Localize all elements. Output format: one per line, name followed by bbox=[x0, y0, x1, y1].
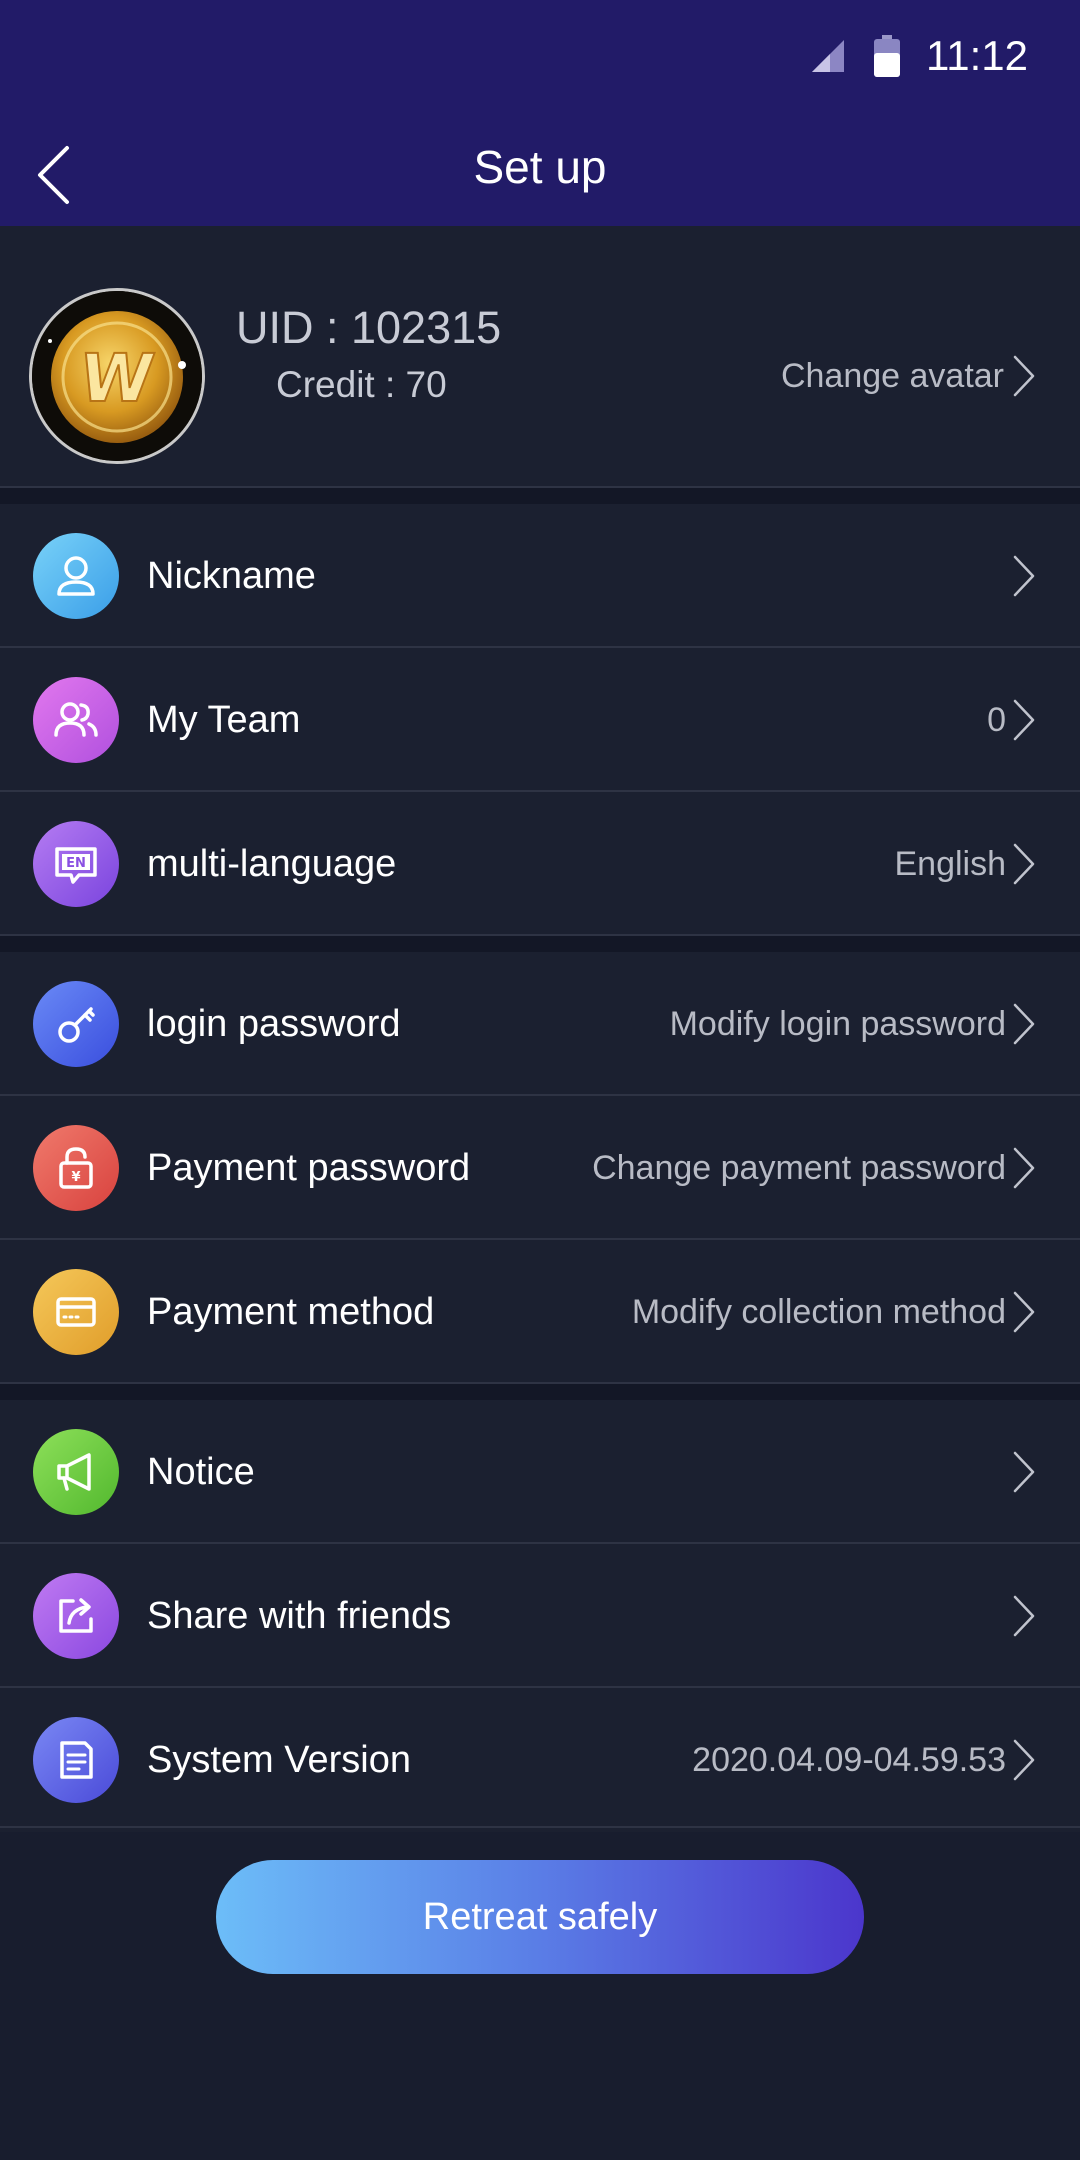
section-gap bbox=[0, 1384, 1080, 1400]
section-gap bbox=[0, 488, 1080, 504]
chevron-right-icon bbox=[1013, 555, 1035, 597]
row-notice[interactable]: Notice bbox=[0, 1400, 1080, 1544]
row-value: 0 bbox=[987, 700, 1006, 739]
row-value: Modify login password bbox=[669, 1004, 1006, 1043]
key-icon bbox=[33, 981, 119, 1067]
divider bbox=[0, 1826, 1080, 1828]
svg-text:¥: ¥ bbox=[71, 1170, 80, 1185]
megaphone-icon bbox=[33, 1429, 119, 1515]
row-share-with-friends[interactable]: Share with friends bbox=[0, 1544, 1080, 1688]
profile-card: W UID : 102315 Credit : 70 Change avatar bbox=[0, 226, 1080, 488]
retreat-safely-button[interactable]: Retreat safely bbox=[216, 1860, 864, 1974]
chevron-right-icon bbox=[1013, 843, 1035, 885]
row-label: Notice bbox=[147, 1451, 255, 1493]
chevron-right-icon bbox=[1013, 1595, 1035, 1637]
row-payment-password[interactable]: ¥ Payment password Change payment passwo… bbox=[0, 1096, 1080, 1240]
row-system-version[interactable]: System Version 2020.04.09-04.59.53 bbox=[0, 1688, 1080, 1832]
row-login-password[interactable]: login password Modify login password bbox=[0, 952, 1080, 1096]
lock-icon: ¥ bbox=[33, 1125, 119, 1211]
row-nickname[interactable]: Nickname bbox=[0, 504, 1080, 648]
card-icon bbox=[33, 1269, 119, 1355]
share-icon bbox=[33, 1573, 119, 1659]
row-value: Change payment password bbox=[592, 1148, 1006, 1187]
row-label: Payment method bbox=[147, 1291, 435, 1333]
row-label: Share with friends bbox=[147, 1595, 452, 1637]
svg-text:W: W bbox=[75, 339, 159, 417]
avatar[interactable]: W bbox=[29, 288, 205, 464]
row-value: 2020.04.09-04.59.53 bbox=[692, 1740, 1006, 1779]
row-label: login password bbox=[147, 1003, 401, 1045]
status-time: 11:12 bbox=[926, 32, 1028, 79]
section-gap bbox=[0, 936, 1080, 952]
chevron-right-icon bbox=[1013, 1291, 1035, 1333]
chevron-right-icon bbox=[1013, 1003, 1035, 1045]
app-header: 11:12 Set up bbox=[0, 0, 1080, 226]
chevron-right-icon bbox=[1013, 699, 1035, 741]
row-payment-method[interactable]: Payment method Modify collection method bbox=[0, 1240, 1080, 1384]
chevron-right-icon bbox=[1013, 1451, 1035, 1493]
chevron-right-icon bbox=[1013, 1147, 1035, 1189]
page-title: Set up bbox=[473, 141, 607, 193]
status-bar: 11:12 bbox=[808, 28, 1028, 84]
avatar-coin-icon: W bbox=[32, 291, 202, 461]
row-value: Modify collection method bbox=[631, 1292, 1006, 1331]
language-icon: EN bbox=[33, 821, 119, 907]
credit-text: Credit : 70 bbox=[276, 364, 447, 405]
chevron-right-icon bbox=[1013, 1739, 1035, 1781]
team-icon bbox=[33, 677, 119, 763]
document-icon bbox=[33, 1717, 119, 1803]
svg-text:EN: EN bbox=[66, 856, 86, 871]
row-my-team[interactable]: My Team 0 bbox=[0, 648, 1080, 792]
row-label: Nickname bbox=[147, 555, 316, 597]
row-label: multi-language bbox=[147, 843, 397, 885]
user-icon bbox=[33, 533, 119, 619]
row-multi-language[interactable]: EN multi-language English bbox=[0, 792, 1080, 936]
row-label: System Version bbox=[147, 1739, 411, 1781]
change-avatar-link[interactable]: Change avatar bbox=[781, 354, 1036, 398]
uid-text: UID : 102315 bbox=[236, 302, 502, 353]
row-label: My Team bbox=[147, 699, 301, 741]
chevron-right-icon bbox=[1013, 355, 1035, 397]
change-avatar-label: Change avatar bbox=[780, 356, 1004, 395]
cell-signal-icon bbox=[812, 40, 844, 72]
row-value: English bbox=[894, 844, 1006, 883]
battery-icon bbox=[874, 35, 900, 77]
row-label: Payment password bbox=[147, 1147, 471, 1189]
